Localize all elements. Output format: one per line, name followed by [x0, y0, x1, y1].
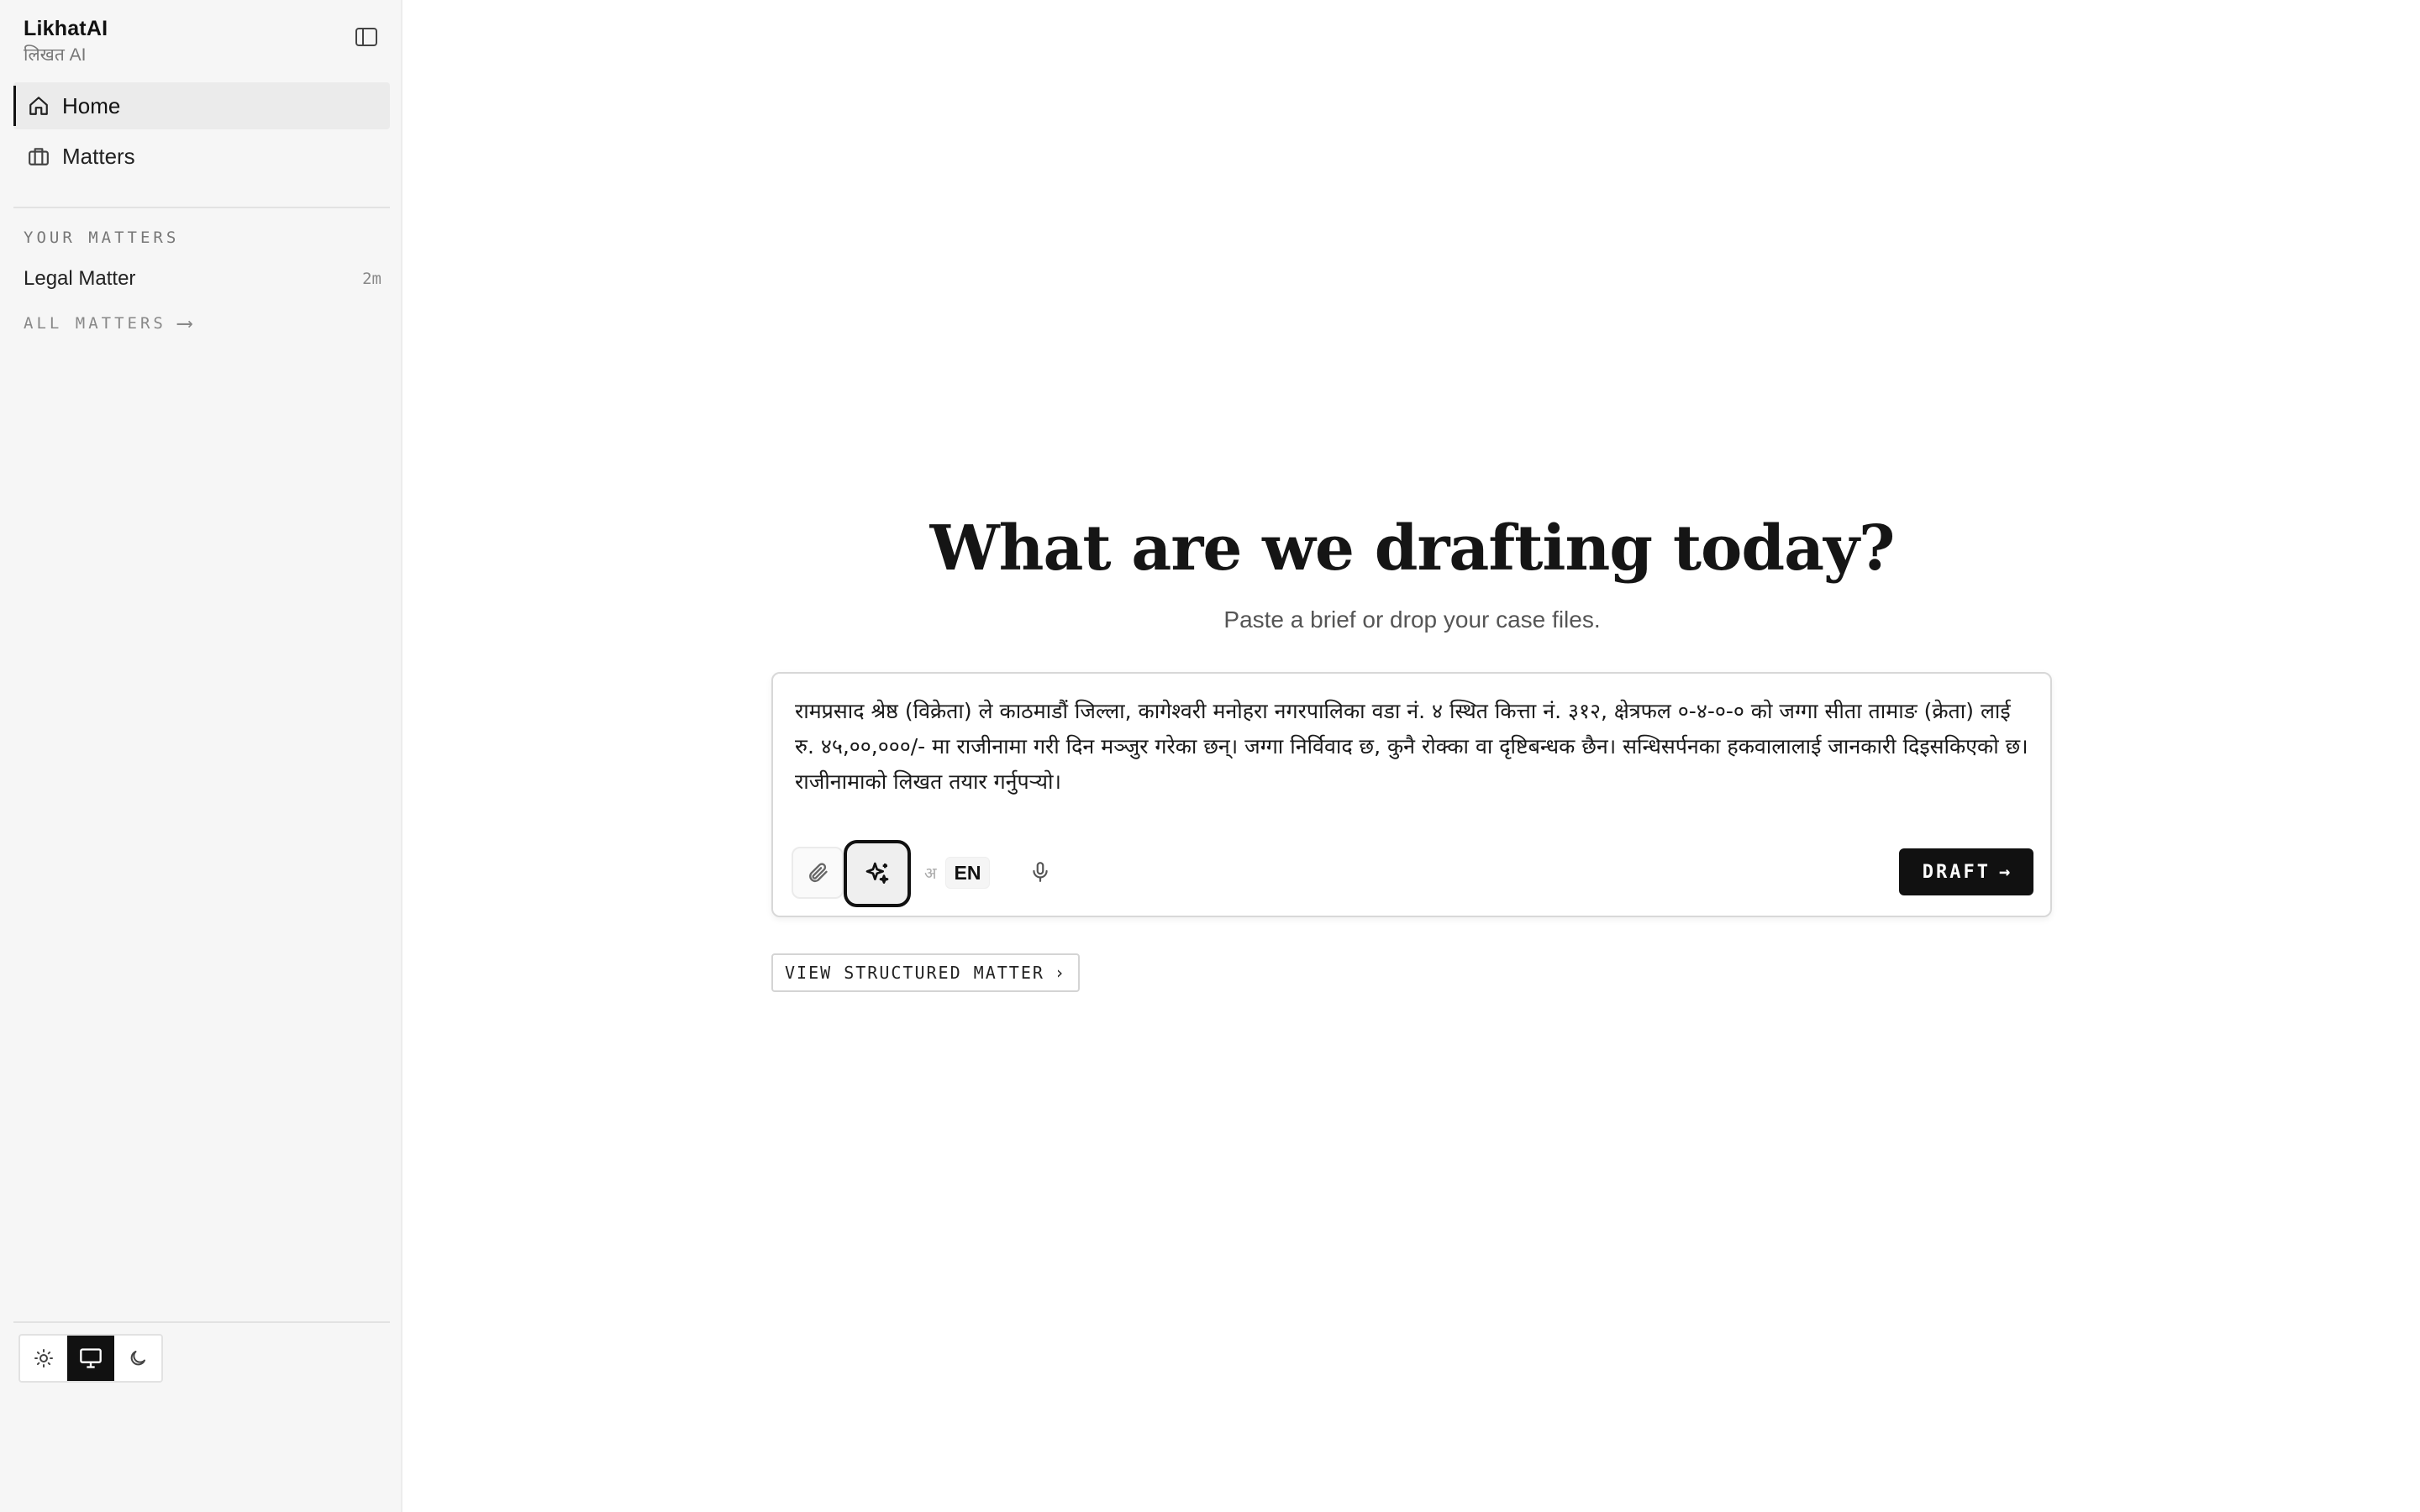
brand-name: LikhatAI — [24, 17, 108, 40]
brand-subtitle: लिखत AI — [24, 45, 87, 65]
matter-name: Legal Matter — [24, 267, 136, 290]
theme-light-button[interactable] — [20, 1336, 67, 1381]
theme-system-button[interactable] — [67, 1336, 114, 1381]
view-structured-matter-button[interactable]: VIEW STRUCTURED MATTER › — [771, 953, 1080, 992]
theme-toggle — [18, 1334, 163, 1383]
sidebar-item-label: Matters — [62, 143, 135, 169]
monitor-icon — [80, 1348, 102, 1368]
sidebar-item-home[interactable]: Home — [13, 82, 390, 129]
sidebar-panel-icon — [355, 28, 377, 46]
sun-icon — [34, 1349, 53, 1368]
lang-option-nepali[interactable]: अ — [916, 857, 945, 889]
structured-label: VIEW STRUCTURED MATTER — [785, 963, 1044, 983]
all-matters-link[interactable]: ALL MATTERS ⟶ — [24, 311, 192, 336]
sidebar-divider — [13, 207, 390, 208]
brief-input[interactable]: रामप्रसाद श्रेष्ठ (विक्रेता) ले काठमाडौं… — [795, 694, 2030, 800]
voice-input-button[interactable] — [1018, 850, 1062, 894]
attach-button[interactable] — [792, 847, 844, 899]
page-subtitle: Paste a brief or drop your case files. — [1223, 606, 1601, 633]
moon-icon — [130, 1351, 145, 1366]
arrow-right-icon: → — [1998, 861, 2011, 883]
sparkle-icon — [865, 862, 889, 884]
draft-label: DRAFT — [1922, 861, 1991, 883]
main-content: What are we drafting today? Paste a brie… — [404, 0, 2420, 1512]
sidebar-item-matters[interactable]: Matters — [13, 133, 390, 180]
section-label-your-matters: YOUR MATTERS — [24, 228, 180, 247]
sidebar-footer-divider — [13, 1321, 390, 1323]
lang-option-english[interactable]: EN — [944, 857, 991, 889]
all-matters-label: ALL MATTERS — [24, 314, 166, 333]
brief-composer: रामप्रसाद श्रेष्ठ (विक्रेता) ले काठमाडौं… — [771, 672, 2052, 917]
matter-item[interactable]: Legal Matter 2m — [24, 264, 381, 294]
theme-dark-button[interactable] — [114, 1336, 161, 1381]
paperclip-icon — [809, 863, 828, 883]
draft-button[interactable]: DRAFT → — [1899, 848, 2033, 895]
brand: LikhatAI लिखत AI — [24, 15, 108, 67]
home-icon — [27, 94, 50, 118]
microphone-icon — [1033, 862, 1048, 882]
matter-time: 2m — [362, 270, 381, 288]
arrow-right-icon: ⟶ — [177, 311, 192, 336]
sidebar-toggle-button[interactable] — [351, 22, 381, 52]
sidebar: LikhatAI लिखत AI Home Matters YOUR MATTE… — [0, 0, 402, 1512]
sidebar-item-label: Home — [62, 92, 121, 118]
chevron-right-icon: › — [1054, 963, 1066, 983]
language-toggle: अ EN — [916, 857, 991, 889]
page-title: What are we drafting today? — [929, 512, 1896, 585]
briefcase-icon — [27, 144, 50, 168]
ai-enhance-button[interactable] — [844, 840, 911, 907]
